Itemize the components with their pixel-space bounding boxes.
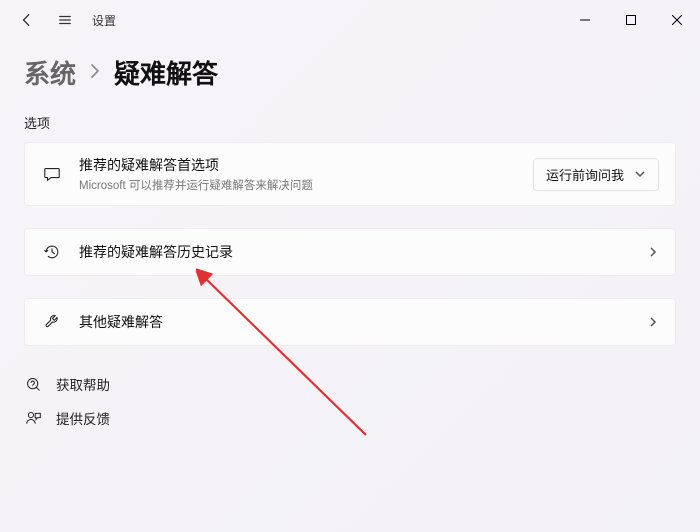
dropdown-value: 运行前询问我	[546, 165, 624, 184]
feedback-link-label: 提供反馈	[56, 408, 110, 428]
card-text: 推荐的疑难解答首选项 Microsoft 可以推荐并运行疑难解答来解决问题	[79, 155, 533, 193]
chevron-down-icon	[634, 168, 646, 180]
content: 系统 疑难解答 选项 推荐的疑难解答首选项 Microsoft 可以推荐并运行疑…	[0, 40, 700, 428]
titlebar-left: 设置	[10, 3, 116, 37]
breadcrumb-current: 疑难解答	[114, 54, 218, 91]
history-icon	[41, 241, 63, 263]
card-right	[647, 316, 659, 328]
card-title: 其他疑难解答	[79, 312, 647, 332]
chevron-right-icon	[647, 316, 659, 328]
help-link[interactable]: 获取帮助	[24, 374, 676, 394]
help-link-label: 获取帮助	[56, 374, 110, 394]
card-title: 推荐的疑难解答首选项	[79, 155, 533, 175]
feedback-icon	[24, 409, 42, 427]
app-title: 设置	[92, 12, 116, 29]
titlebar: 设置	[0, 0, 700, 40]
chat-icon	[41, 163, 63, 185]
help-icon	[24, 375, 42, 393]
minimize-button[interactable]	[562, 4, 608, 36]
window-controls	[562, 4, 700, 36]
close-button[interactable]	[654, 4, 700, 36]
wrench-icon	[41, 311, 63, 333]
card-text: 推荐的疑难解答历史记录	[79, 242, 647, 262]
breadcrumb-parent[interactable]: 系统	[24, 54, 76, 91]
maximize-button[interactable]	[608, 4, 654, 36]
card-recommended-prefs[interactable]: 推荐的疑难解答首选项 Microsoft 可以推荐并运行疑难解答来解决问题 运行…	[24, 142, 676, 206]
section-label: 选项	[24, 113, 676, 132]
chevron-right-icon	[90, 62, 100, 83]
card-right	[647, 246, 659, 258]
feedback-link[interactable]: 提供反馈	[24, 408, 676, 428]
links-section: 获取帮助 提供反馈	[24, 374, 676, 428]
card-text: 其他疑难解答	[79, 312, 647, 332]
breadcrumb: 系统 疑难解答	[24, 54, 676, 91]
recommended-prefs-dropdown[interactable]: 运行前询问我	[533, 158, 659, 191]
chevron-right-icon	[647, 246, 659, 258]
card-title: 推荐的疑难解答历史记录	[79, 242, 647, 262]
card-subtitle: Microsoft 可以推荐并运行疑难解答来解决问题	[79, 177, 533, 193]
card-history[interactable]: 推荐的疑难解答历史记录	[24, 228, 676, 276]
back-button[interactable]	[10, 3, 44, 37]
card-other-troubleshoot[interactable]: 其他疑难解答	[24, 298, 676, 346]
menu-button[interactable]	[48, 3, 82, 37]
card-right: 运行前询问我	[533, 158, 659, 191]
